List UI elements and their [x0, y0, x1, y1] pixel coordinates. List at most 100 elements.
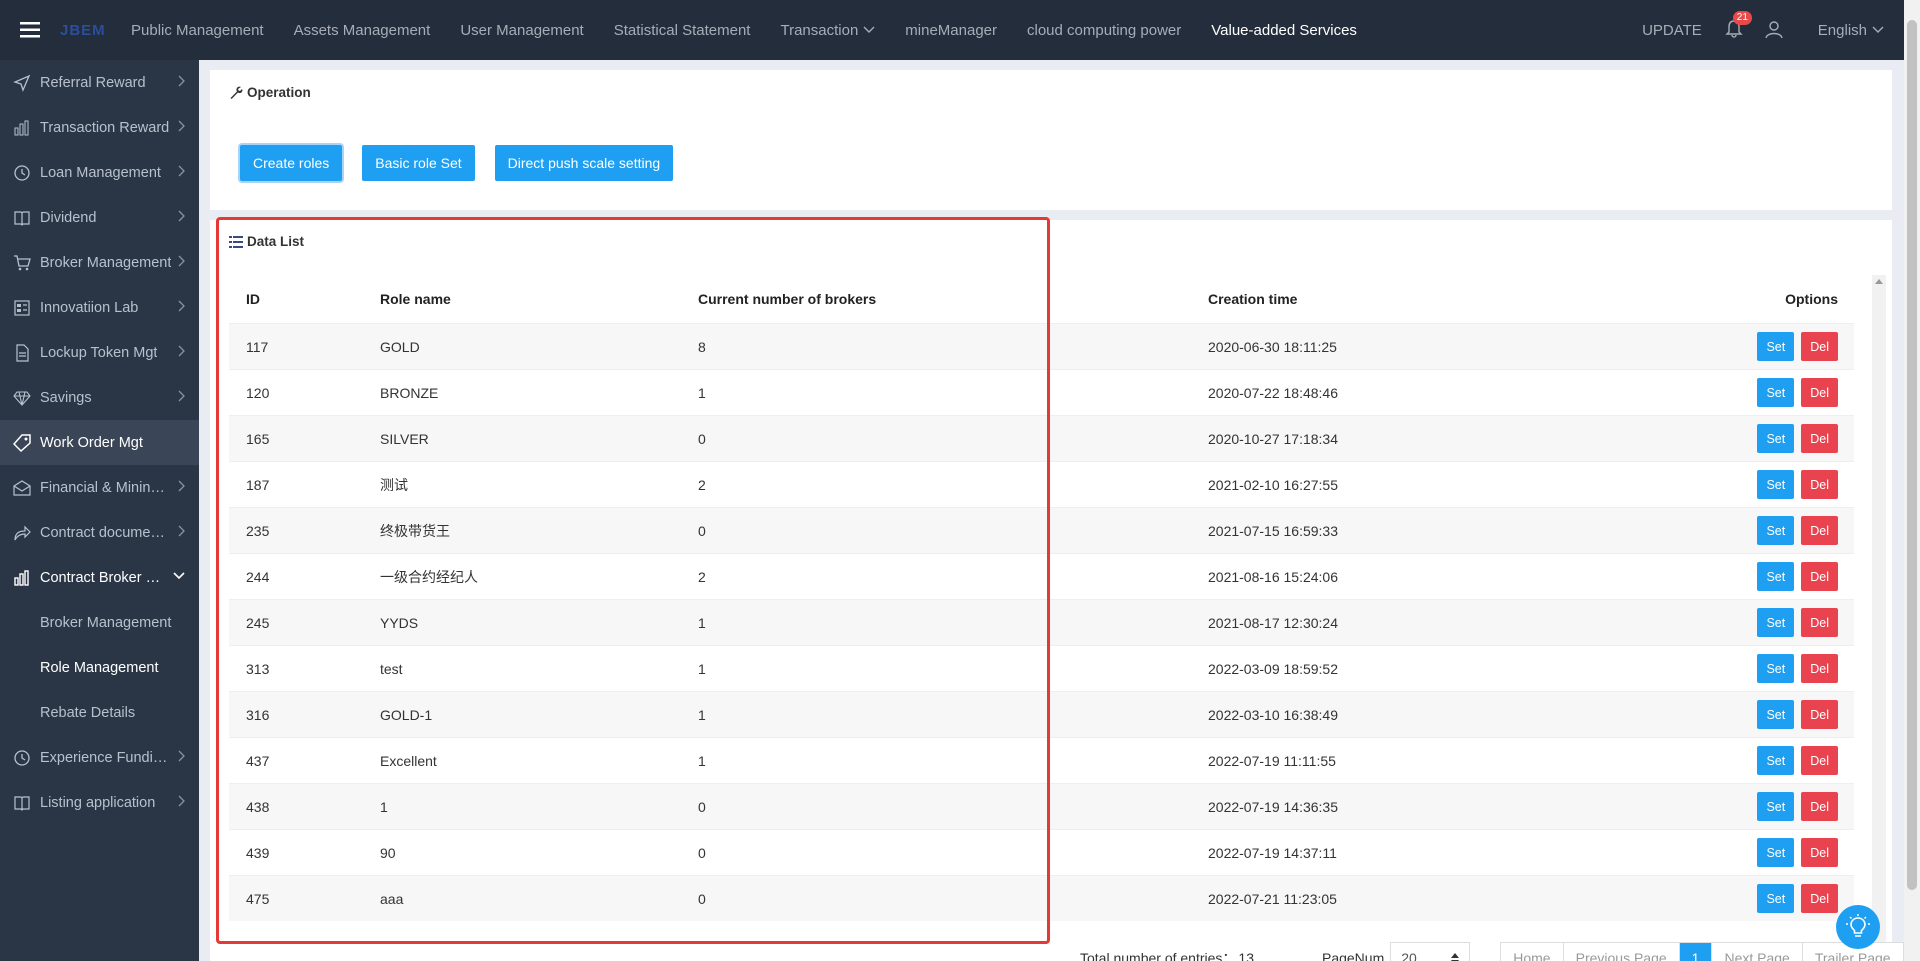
page-size-select[interactable]: 20 — [1390, 942, 1471, 961]
nav-minemanager[interactable]: mineManager — [890, 0, 1012, 60]
user-avatar-icon[interactable] — [1764, 19, 1786, 41]
set-button[interactable]: Set — [1757, 792, 1795, 821]
cell-creation-time: 2021-02-10 16:27:55 — [1208, 476, 1338, 493]
sidebar-item-financial-mining[interactable]: Financial & Mining ... — [0, 465, 199, 510]
page-scrollbar[interactable] — [1904, 0, 1920, 961]
page-scrollbar-thumb[interactable] — [1907, 20, 1917, 890]
cell-role-name: 测试 — [380, 476, 408, 493]
sidebar-item-listing-application[interactable]: Listing application — [0, 780, 199, 825]
pager-current-page[interactable]: 1 — [1679, 943, 1713, 961]
set-button[interactable]: Set — [1757, 378, 1795, 407]
delete-button[interactable]: Del — [1801, 838, 1838, 867]
sidebar-item-work-order-mgt[interactable]: Work Order Mgt — [0, 420, 199, 465]
delete-button[interactable]: Del — [1801, 792, 1838, 821]
main-content: Operation Create roles Basic role Set Di… — [199, 60, 1904, 961]
sidebar-item-loan-management[interactable]: Loan Management — [0, 150, 199, 195]
delete-button[interactable]: Del — [1801, 608, 1838, 637]
total-entries-count: 13 — [1238, 950, 1254, 961]
operation-panel: Operation Create roles Basic role Set Di… — [210, 70, 1892, 210]
delete-button[interactable]: Del — [1801, 884, 1838, 913]
sidebar-subitem-broker-management[interactable]: Broker Management — [0, 600, 199, 645]
cell-role-name: aaa — [380, 890, 404, 907]
set-button[interactable]: Set — [1757, 516, 1795, 545]
header-actions: UPDATE 21 English — [1642, 0, 1904, 60]
cell-broker-count: 2 — [698, 568, 706, 585]
page-num-label: PageNum — [1321, 950, 1385, 961]
sidebar-item-transaction-reward[interactable]: Transaction Reward — [0, 105, 199, 150]
delete-button[interactable]: Del — [1801, 332, 1838, 361]
delete-button[interactable]: Del — [1801, 562, 1838, 591]
set-button[interactable]: Set — [1757, 884, 1795, 913]
cell-options: Set Del — [1578, 884, 1854, 913]
cell-options: Set Del — [1578, 470, 1854, 499]
nav-transaction[interactable]: Transaction — [765, 0, 890, 60]
column-header-broker-count: Current number of brokers — [698, 291, 877, 307]
direct-push-scale-setting-button[interactable]: Direct push scale setting — [494, 145, 674, 181]
cell-creation-time: 2020-06-30 18:11:25 — [1208, 338, 1337, 355]
delete-button[interactable]: Del — [1801, 424, 1838, 453]
set-button[interactable]: Set — [1757, 700, 1795, 729]
sidebar-item-contract-document[interactable]: Contract document... — [0, 510, 199, 555]
sidebar-item-experience-funding[interactable]: Experience Funding... — [0, 735, 199, 780]
table-scrollbar[interactable] — [1872, 275, 1886, 958]
notification-bell[interactable]: 21 — [1724, 11, 1752, 41]
cell-role-name: GOLD-1 — [380, 706, 433, 723]
create-roles-button[interactable]: Create roles — [240, 145, 343, 181]
top-navbar: JBEM Public Management Assets Management… — [0, 0, 1904, 60]
chevron-right-icon — [178, 300, 185, 312]
delete-button[interactable]: Del — [1801, 746, 1838, 775]
sidebar-item-innovation-lab[interactable]: Innovatiion Lab — [0, 285, 199, 330]
sidebar-item-dividend[interactable]: Dividend — [0, 195, 199, 240]
notification-badge: 21 — [1732, 11, 1752, 25]
chevron-right-icon — [178, 210, 185, 222]
set-button[interactable]: Set — [1757, 838, 1795, 867]
sidebar-item-lockup-token-mgt[interactable]: Lockup Token Mgt — [0, 330, 199, 375]
chevron-right-icon — [178, 480, 185, 492]
nav-statistical-statement[interactable]: Statistical Statement — [599, 0, 766, 60]
set-button[interactable]: Set — [1757, 424, 1795, 453]
nav-value-added-services[interactable]: Value-added Services — [1196, 0, 1372, 60]
language-selector[interactable]: English — [1818, 22, 1884, 39]
operation-title: Operation — [229, 85, 311, 100]
basic-role-set-button[interactable]: Basic role Set — [362, 145, 475, 181]
scroll-up-icon[interactable] — [1875, 279, 1883, 284]
cell-options: Set Del — [1578, 792, 1854, 821]
sidebar-item-broker-management[interactable]: Broker Management — [0, 240, 199, 285]
cell-role-name: BRONZE — [380, 384, 439, 401]
nav-assets-management[interactable]: Assets Management — [279, 0, 446, 60]
pager-home[interactable]: Home — [1501, 943, 1564, 961]
cell-id: 437 — [246, 752, 270, 769]
set-button[interactable]: Set — [1757, 332, 1795, 361]
data-list-title: Data List — [229, 234, 304, 249]
pager-previous[interactable]: Previous Page — [1563, 943, 1680, 961]
update-link[interactable]: UPDATE — [1642, 22, 1702, 39]
sidebar-subitem-role-management[interactable]: Role Management — [0, 645, 199, 690]
delete-button[interactable]: Del — [1801, 378, 1838, 407]
nav-public-management[interactable]: Public Management — [116, 0, 279, 60]
cell-role-name: 一级合约经纪人 — [380, 568, 478, 585]
delete-button[interactable]: Del — [1801, 470, 1838, 499]
set-button[interactable]: Set — [1757, 746, 1795, 775]
nav-user-management[interactable]: User Management — [445, 0, 598, 60]
cell-broker-count: 1 — [698, 752, 706, 769]
delete-button[interactable]: Del — [1801, 654, 1838, 683]
cell-options: Set Del — [1578, 332, 1854, 361]
sidebar-item-savings[interactable]: Savings — [0, 375, 199, 420]
set-button[interactable]: Set — [1757, 562, 1795, 591]
set-button[interactable]: Set — [1757, 608, 1795, 637]
set-button[interactable]: Set — [1757, 654, 1795, 683]
lightbulb-help-button[interactable] — [1836, 905, 1880, 949]
cell-creation-time: 2021-08-17 12:30:24 — [1208, 614, 1338, 631]
delete-button[interactable]: Del — [1801, 516, 1838, 545]
sidebar-subitem-rebate-details[interactable]: Rebate Details — [0, 690, 199, 735]
pager-next[interactable]: Next Page — [1712, 943, 1803, 961]
delete-button[interactable]: Del — [1801, 700, 1838, 729]
cell-creation-time: 2020-10-27 17:18:34 — [1208, 430, 1338, 447]
sidebar-item-contract-broker-mgt[interactable]: Contract Broker Mg... — [0, 555, 199, 600]
menu-toggle-icon[interactable] — [0, 0, 60, 60]
set-button[interactable]: Set — [1757, 470, 1795, 499]
table-row: 475 aaa 0 2022-07-21 11:23:05 Set Del — [229, 875, 1854, 921]
nav-cloud-computing-power[interactable]: cloud computing power — [1012, 0, 1196, 60]
sidebar-item-referral-reward[interactable]: Referral Reward — [0, 60, 199, 105]
grid-icon — [12, 298, 32, 318]
